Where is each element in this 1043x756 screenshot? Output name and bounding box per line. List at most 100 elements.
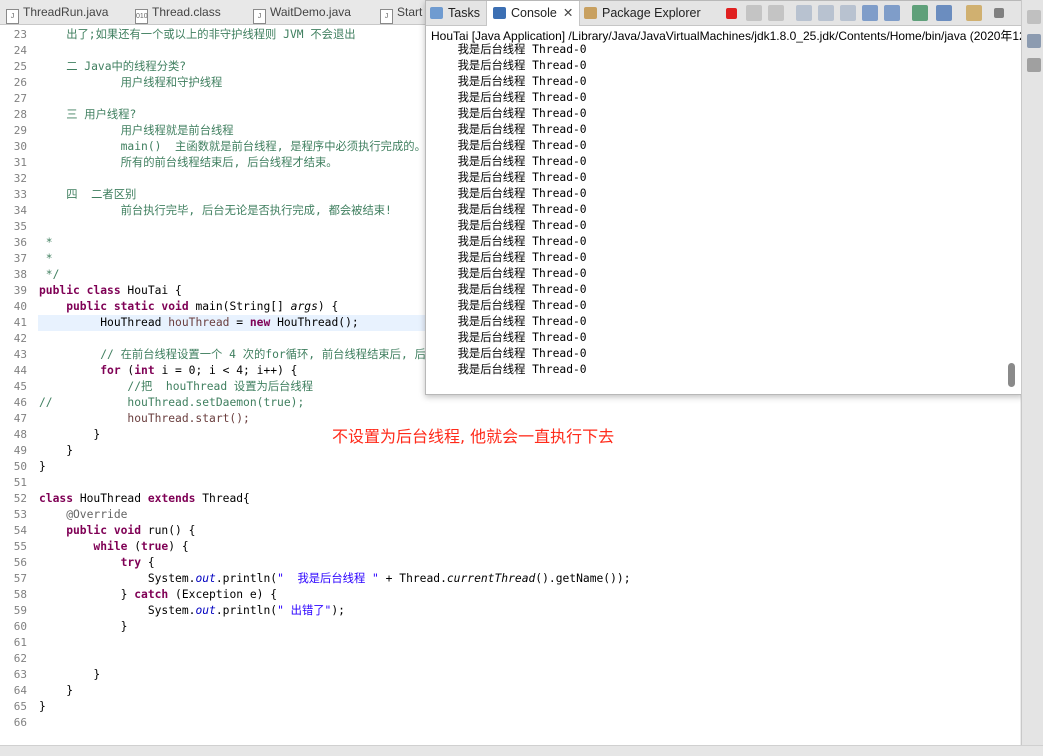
minimize-icon[interactable] xyxy=(994,8,1004,18)
line-number-gutter: 23 24 25 26 27 28 29 30 31 32 33 34 35 36 37 38 39 40 41 42… xyxy=(0,25,37,745)
line-number: 62 xyxy=(13,652,27,665)
line-number: 48 xyxy=(13,428,27,441)
line-number: 42 xyxy=(13,332,27,345)
code-line-47: houThread.start(); xyxy=(39,412,250,425)
line-number: 27 xyxy=(13,92,27,105)
remove-all-terminated-icon[interactable] xyxy=(768,5,784,21)
code-line-40: public static void main(String[] args) { xyxy=(39,300,339,313)
word-wrap-icon[interactable] xyxy=(840,5,856,21)
java-file-icon: J xyxy=(6,9,19,24)
line-number: 24 xyxy=(13,44,27,57)
code-line-54: public void run() { xyxy=(39,524,196,537)
console-output-line: 我是后台线程 Thread-0 xyxy=(444,347,587,360)
java-file-icon: J xyxy=(380,9,393,24)
scroll-lock-icon[interactable] xyxy=(818,5,834,21)
console-output-line: 我是后台线程 Thread-0 xyxy=(444,139,587,152)
code-line-63: } xyxy=(39,668,101,681)
tasks-icon xyxy=(430,7,443,19)
line-number: 56 xyxy=(13,556,27,569)
code-line-37: * xyxy=(39,252,53,265)
tab-thread-class[interactable]: 010 Thread.class xyxy=(135,0,221,24)
code-line-39: public class HouTai { xyxy=(39,284,182,297)
console-output-line: 我是后台线程 Thread-0 xyxy=(444,219,587,232)
line-number: 33 xyxy=(13,188,27,201)
editor-tab-bar: J ThreadRun.java 010 Thread.class J WaitDem… xyxy=(0,0,426,25)
code-line-56: try { xyxy=(39,556,155,569)
package-explorer-icon xyxy=(584,7,597,19)
code-line-48: } xyxy=(39,428,101,441)
code-line-34: 前台执行完毕, 后台无论是否执行完成, 都会被结束! xyxy=(39,204,392,217)
class-file-icon: 010 xyxy=(135,9,148,24)
tab-label: ThreadRun.java xyxy=(23,5,109,19)
console-view-icon[interactable] xyxy=(1027,34,1041,48)
console-output-line: 我是后台线程 Thread-0 xyxy=(444,91,587,104)
outline-view-icon[interactable] xyxy=(1027,58,1041,72)
tab-waitdemo-java[interactable]: J WaitDemo.java xyxy=(253,0,351,24)
tab-package-explorer[interactable]: Package Explorer xyxy=(584,1,701,25)
open-console-icon[interactable] xyxy=(966,5,982,21)
line-number: 64 xyxy=(13,684,27,697)
line-number: 49 xyxy=(13,444,27,457)
line-number: 34 xyxy=(13,204,27,217)
console-output-line: 我是后台线程 Thread-0 xyxy=(444,315,587,328)
code-line-23: 出了;如果还有一个或以上的非守护线程则 JVM 不会退出 xyxy=(39,28,356,41)
line-number: 65 xyxy=(13,700,27,713)
line-number: 39 xyxy=(13,284,27,297)
tab-label: Thread.class xyxy=(152,5,221,19)
line-number: 41 xyxy=(13,316,27,329)
status-bar xyxy=(0,745,1043,756)
code-line-36: * xyxy=(39,236,53,249)
console-output-line: 我是后台线程 Thread-0 xyxy=(444,251,587,264)
show-on-error-icon[interactable] xyxy=(884,5,900,21)
code-line-41: HouThread houThread = new HouThread(); xyxy=(39,316,359,329)
console-output-line: 我是后台线程 Thread-0 xyxy=(444,299,587,312)
line-number: 23 xyxy=(13,28,27,41)
line-number: 37 xyxy=(13,252,27,265)
code-line-28: 三 用户线程? xyxy=(39,108,137,121)
tab-threadrun-java[interactable]: J ThreadRun.java xyxy=(6,0,108,24)
line-number: 26 xyxy=(13,76,27,89)
code-line-50: } xyxy=(39,460,46,473)
console-output-line: 我是后台线程 Thread-0 xyxy=(444,171,587,184)
console-output-line: 我是后台线程 Thread-0 xyxy=(444,363,587,376)
restore-icon[interactable] xyxy=(1027,10,1041,24)
code-line-59: System.out.println(" 出错了"); xyxy=(39,604,345,617)
code-line-44: for (int i = 0; i < 4; i++) { xyxy=(39,364,298,377)
code-line-64: } xyxy=(39,684,74,697)
line-number: 47 xyxy=(13,412,27,425)
tab-start[interactable]: J Start xyxy=(380,0,422,24)
tab-label: WaitDemo.java xyxy=(270,5,351,19)
code-line-46: // houThread.setDaemon(true); xyxy=(39,396,305,409)
code-line-49: } xyxy=(39,444,74,457)
line-number: 38 xyxy=(13,268,27,281)
console-scrollbar[interactable] xyxy=(1008,363,1015,387)
clear-console-icon[interactable] xyxy=(796,5,812,21)
line-number: 55 xyxy=(13,540,27,553)
display-console-icon[interactable] xyxy=(936,5,952,21)
code-line-25: 二 Java中的线程分类? xyxy=(39,60,187,73)
terminate-icon[interactable] xyxy=(726,8,737,19)
code-line-52: class HouThread extends Thread{ xyxy=(39,492,250,505)
pin-console-icon[interactable] xyxy=(912,5,928,21)
code-line-29: 用户线程就是前台线程 xyxy=(39,124,234,137)
line-number: 66 xyxy=(13,716,27,729)
right-trim-bar xyxy=(1021,0,1043,755)
line-number: 35 xyxy=(13,220,27,233)
show-on-output-icon[interactable] xyxy=(862,5,878,21)
line-number: 51 xyxy=(13,476,27,489)
console-icon xyxy=(493,7,506,19)
tab-tasks[interactable]: Tasks xyxy=(430,1,480,25)
console-output-line: 我是后台线程 Thread-0 xyxy=(444,283,587,296)
line-number: 61 xyxy=(13,636,27,649)
line-number: 36 xyxy=(13,236,27,249)
line-number: 63 xyxy=(13,668,27,681)
line-number: 29 xyxy=(13,124,27,137)
console-output-line: 我是后台线程 Thread-0 xyxy=(444,331,587,344)
tab-console[interactable]: Console ✕ xyxy=(486,1,581,26)
console-output-line: 我是后台线程 Thread-0 xyxy=(444,155,587,168)
line-number: 60 xyxy=(13,620,27,633)
code-line-43: // 在前台线程设置一个 4 次的for循环, 前台线程结束后, 后台 xyxy=(39,348,438,361)
close-icon[interactable]: ✕ xyxy=(563,6,573,20)
remove-launch-icon[interactable] xyxy=(746,5,762,21)
line-number: 32 xyxy=(13,172,27,185)
